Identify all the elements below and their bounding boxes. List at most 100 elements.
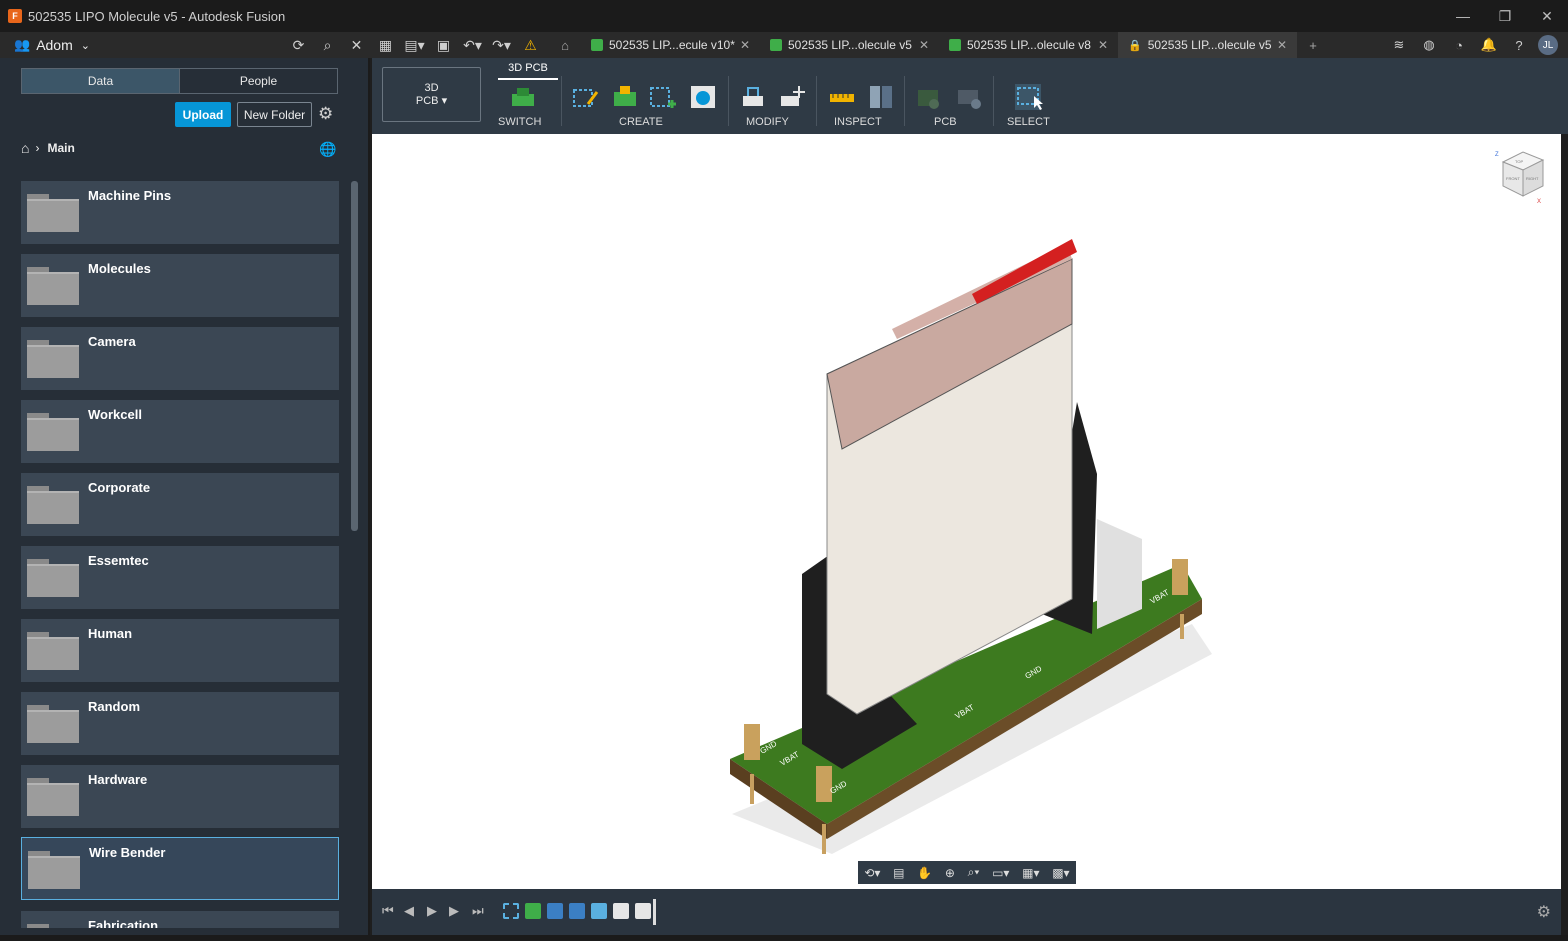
folder-icon <box>27 340 79 378</box>
display-settings-icon[interactable]: ▭▾ <box>992 866 1009 880</box>
canvas-viewport[interactable]: GND VBAT GND VBAT GND VBAT TOP FRONT RIG… <box>372 134 1561 889</box>
look-at-icon[interactable]: ▤ <box>893 866 904 880</box>
notifications-icon[interactable]: 🔔 <box>1474 37 1504 53</box>
pan-icon[interactable]: ✋ <box>917 866 932 880</box>
timeline-prev-icon[interactable]: ◀ <box>404 903 414 919</box>
create-part-icon[interactable] <box>688 82 718 112</box>
edit-outline-icon[interactable] <box>570 82 600 112</box>
folder-name: Workcell <box>88 407 142 422</box>
new-folder-button[interactable]: New Folder <box>237 102 312 127</box>
refresh-icon[interactable]: ⟳ <box>284 37 313 54</box>
doc-tab-active[interactable]: 🔒 502535 LIP...olecule v5 ✕ <box>1118 32 1297 58</box>
tab-close-icon[interactable]: ✕ <box>1098 38 1108 52</box>
home-icon[interactable]: ⌂ <box>21 140 29 156</box>
breadcrumb-main[interactable]: Main <box>47 141 74 155</box>
home-icon[interactable]: ⌂ <box>549 38 581 53</box>
folder-item[interactable]: Human <box>21 619 339 682</box>
viewports-icon[interactable]: ▩▾ <box>1052 866 1069 880</box>
timeline: ⏮ ◀ ▶ ▶ ⏭ ⚙ <box>372 889 1561 935</box>
tab-close-icon[interactable]: ✕ <box>740 38 750 52</box>
team-switcher[interactable]: 👥 Adom ⌄ <box>14 37 284 53</box>
restore-button[interactable]: ❐ <box>1484 0 1526 32</box>
timeline-feature-icon[interactable] <box>503 903 519 919</box>
switch-board-icon[interactable] <box>508 82 538 112</box>
panel-scrollbar[interactable] <box>351 181 358 531</box>
undo-icon[interactable]: ↶▾ <box>458 37 487 54</box>
extensions-icon[interactable]: ≋ <box>1384 37 1414 53</box>
modify-align-icon[interactable] <box>738 82 768 112</box>
globe-icon[interactable]: 🌐 <box>319 141 336 158</box>
timeline-feature-icon[interactable] <box>591 903 607 919</box>
minimize-button[interactable]: — <box>1442 0 1484 32</box>
create-component-icon[interactable] <box>610 82 640 112</box>
folder-item[interactable]: Camera <box>21 327 339 390</box>
create-menu[interactable]: CREATE <box>619 116 663 128</box>
window-select-icon[interactable] <box>1013 82 1043 112</box>
warning-icon[interactable]: ⚠ <box>516 37 545 54</box>
online-status-icon[interactable]: ◍ <box>1414 37 1444 53</box>
inspect-menu[interactable]: INSPECT <box>834 116 882 128</box>
folder-item[interactable]: Workcell <box>21 400 339 463</box>
job-status-icon[interactable]: ◔ <box>1444 38 1474 53</box>
tab-close-icon[interactable]: ✕ <box>1277 38 1287 52</box>
help-icon[interactable]: ? <box>1504 38 1534 53</box>
workspace-switcher[interactable]: 3D PCB ▾ <box>382 67 481 122</box>
timeline-play-icon[interactable]: ▶ <box>427 903 437 919</box>
timeline-next-icon[interactable]: ▶ <box>449 903 459 919</box>
timeline-feature-icon[interactable] <box>613 903 629 919</box>
upload-button[interactable]: Upload <box>175 102 231 127</box>
pcb-menu[interactable]: PCB <box>934 116 957 128</box>
folder-item[interactable]: Corporate <box>21 473 339 536</box>
modify-menu[interactable]: MODIFY <box>746 116 789 128</box>
orbit-icon[interactable]: ⟲▾ <box>864 866 880 880</box>
create-sketch-icon[interactable] <box>648 82 678 112</box>
switch-menu[interactable]: SWITCH <box>498 116 541 128</box>
fit-icon[interactable]: ⌕▾ <box>968 865 980 880</box>
gear-icon[interactable]: ⚙ <box>318 104 333 124</box>
folder-item[interactable]: Fabrication <box>21 911 339 928</box>
file-icon[interactable]: ▤▾ <box>400 37 429 54</box>
avatar[interactable]: JL <box>1538 35 1558 55</box>
tab-data[interactable]: Data <box>22 69 179 93</box>
folder-item[interactable]: Hardware <box>21 765 339 828</box>
folder-item[interactable]: Machine Pins <box>21 181 339 244</box>
measure-icon[interactable] <box>827 82 857 112</box>
close-icon[interactable]: ✕ <box>342 37 371 54</box>
grid-settings-icon[interactable]: ▦▾ <box>1022 866 1039 880</box>
doc-tab[interactable]: 502535 LIP...ecule v10* ✕ <box>581 32 760 58</box>
redo-icon[interactable]: ↷▾ <box>487 37 516 54</box>
folder-item[interactable]: Essemtec <box>21 546 339 609</box>
grid-icon[interactable]: ▦ <box>371 37 400 54</box>
new-tab-button[interactable]: + <box>1297 38 1329 53</box>
timeline-feature-icon[interactable] <box>569 903 585 919</box>
pcb-settings-icon[interactable] <box>954 82 984 112</box>
folder-item-selected[interactable]: Wire Bender <box>21 837 339 900</box>
timeline-feature-icon[interactable] <box>547 903 563 919</box>
pcb-push-icon[interactable] <box>914 82 944 112</box>
folder-name: Camera <box>88 334 136 349</box>
timeline-feature-icon[interactable] <box>635 903 651 919</box>
save-icon[interactable]: ▣ <box>429 37 458 54</box>
doc-tab[interactable]: 502535 LIP...olecule v8 ✕ <box>939 32 1118 58</box>
toolbar: 3D PCB ▾ 3D PCB SWITCH CREATE MODIFY INSP… <box>372 58 1568 134</box>
gear-icon[interactable]: ⚙ <box>1537 902 1551 922</box>
doc-tab[interactable]: 502535 LIP...olecule v5 ✕ <box>760 32 939 58</box>
timeline-feature-icon[interactable] <box>525 903 541 919</box>
modify-move-icon[interactable] <box>777 82 807 112</box>
folder-item[interactable]: Random <box>21 692 339 755</box>
tab-close-icon[interactable]: ✕ <box>919 38 929 52</box>
model-3d-view[interactable]: GND VBAT GND VBAT GND VBAT <box>372 134 1561 889</box>
close-window-button[interactable]: ✕ <box>1526 0 1568 32</box>
tab-3d-pcb[interactable]: 3D PCB <box>498 58 558 80</box>
timeline-last-icon[interactable]: ⏭ <box>472 903 484 919</box>
timeline-first-icon[interactable]: ⏮ <box>382 903 394 919</box>
viewcube[interactable]: TOP FRONT RIGHT Z X <box>1493 148 1547 204</box>
folder-item[interactable]: Molecules <box>21 254 339 317</box>
tab-people[interactable]: People <box>179 69 337 93</box>
section-analysis-icon[interactable] <box>866 82 896 112</box>
select-menu[interactable]: SELECT <box>1007 116 1050 128</box>
folder-icon <box>27 778 79 816</box>
search-icon[interactable]: ⌕ <box>313 37 342 54</box>
timeline-marker[interactable] <box>653 899 656 925</box>
zoom-icon[interactable]: ⊕ <box>945 866 955 880</box>
